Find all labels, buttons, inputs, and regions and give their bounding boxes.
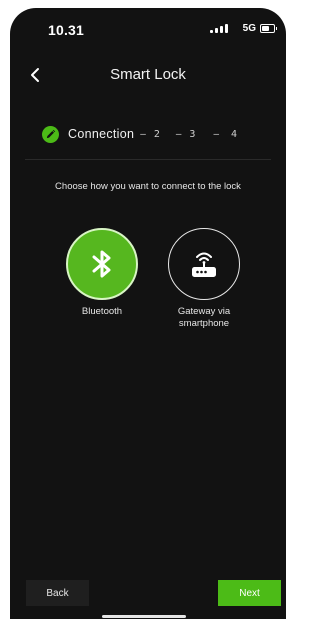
network-type: 5G xyxy=(242,23,256,34)
phone-screen: 10.31 5G Smart Lock Connection – 2 – 3 –… xyxy=(10,8,286,619)
step-separator: – xyxy=(140,128,146,140)
bluetooth-circle[interactable] xyxy=(66,228,138,300)
home-indicator[interactable] xyxy=(102,615,186,618)
step-separator: – xyxy=(213,128,219,140)
gateway-label: Gateway via smartphone xyxy=(164,306,244,330)
step-number: 4 xyxy=(231,128,238,140)
router-icon xyxy=(192,252,216,277)
gateway-option[interactable]: Gateway via smartphone xyxy=(164,228,244,330)
stepper: Connection – 2 – 3 – 4 xyxy=(42,123,237,145)
connection-prompt: Choose how you want to connect to the lo… xyxy=(55,181,241,192)
next-button[interactable]: Next xyxy=(218,580,281,606)
gateway-label-line2: smartphone xyxy=(178,318,230,329)
status-bar: 10.31 5G xyxy=(10,8,286,48)
divider xyxy=(25,159,271,160)
bluetooth-label: Bluetooth xyxy=(81,306,123,317)
battery-icon xyxy=(260,24,277,33)
step-number: 2 xyxy=(153,128,160,140)
gateway-circle[interactable] xyxy=(168,228,240,300)
step-number: 3 xyxy=(189,128,196,140)
header: Smart Lock xyxy=(10,60,286,90)
bluetooth-option[interactable]: Bluetooth xyxy=(62,228,142,318)
step-separator: – xyxy=(175,128,182,140)
bluetooth-icon xyxy=(92,250,111,278)
back-button[interactable]: Back xyxy=(26,580,89,606)
gateway-label-line1: Gateway via xyxy=(177,306,231,317)
page-title: Smart Lock xyxy=(110,66,186,83)
status-time: 10.31 xyxy=(48,22,85,38)
pencil-icon xyxy=(42,125,59,143)
signal-icon xyxy=(210,24,228,33)
step-active-label: Connection xyxy=(68,127,135,141)
